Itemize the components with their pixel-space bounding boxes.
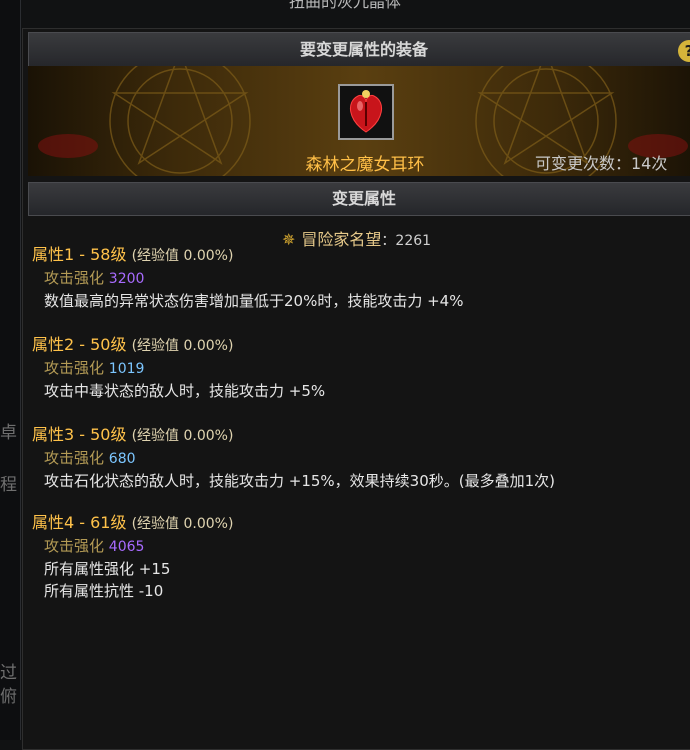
attribute-title: 属性1 - 58级 [32,245,127,264]
attribute-block-1: 属性1 - 58级 (经验值 0.00%) 攻击强化 3200 数值最高的异常状… [32,244,463,312]
attribute-exp: (经验值 0.00%) [131,248,234,264]
attribute-exp: (经验值 0.00%) [131,516,234,532]
panel-header: 要变更属性的装备 [28,32,690,68]
stat-label: 攻击强化 [44,359,105,377]
stat-value: 1019 [108,361,145,377]
attribute-block-3: 属性3 - 50级 (经验值 0.00%) 攻击强化 680 攻击石化状态的敌人… [32,424,555,492]
attribute-effect: 攻击石化状态的敌人时，技能攻击力 +15%，效果持续30秒。(最多叠加1次) [44,472,556,490]
stat-label: 攻击强化 [44,537,105,555]
red-earring-icon [340,86,392,138]
attribute-effect: 攻击中毒状态的敌人时，技能攻击力 +5% [44,382,326,400]
window-title: 扭曲的灰九晶体 [288,0,401,11]
stat-label: 攻击强化 [44,449,105,467]
stat-label: 攻击强化 [44,269,105,287]
attribute-effect: 所有属性强化 +15 [44,560,171,578]
attribute-block-2: 属性2 - 50级 (经验值 0.00%) 攻击强化 1019 攻击中毒状态的敌… [32,334,325,402]
change-count: 可变更次数：14次 [535,154,668,173]
item-name: 森林之魔女耳环 [305,155,425,175]
stat-value: 680 [108,451,136,467]
attribute-effect: 所有属性抗性 -10 [44,582,164,600]
side-char-1: 卓 [0,423,17,443]
side-char-2: 程 [0,475,17,495]
stat-value: 4065 [108,539,145,555]
stat-value: 3200 [108,271,145,287]
left-side-strip: 卓 程 过 俯 [0,0,21,740]
attribute-exp: (经验值 0.00%) [131,428,234,444]
attribute-effect: 数值最高的异常状态伤害增加量低于20%时，技能攻击力 +4% [44,292,464,310]
attribute-block-4: 属性4 - 61级 (经验值 0.00%) 攻击强化 4065 所有属性强化 +… [32,512,233,602]
item-slot[interactable] [338,84,394,140]
attribute-title: 属性4 - 61级 [32,513,127,532]
section-header: 变更属性 [28,182,690,216]
attribute-exp: (经验值 0.00%) [131,338,234,354]
attribute-title: 属性2 - 50级 [32,335,127,354]
attribute-title: 属性3 - 50级 [32,425,127,444]
side-char-4: 俯 [0,687,17,707]
side-char-3: 过 [0,663,17,683]
